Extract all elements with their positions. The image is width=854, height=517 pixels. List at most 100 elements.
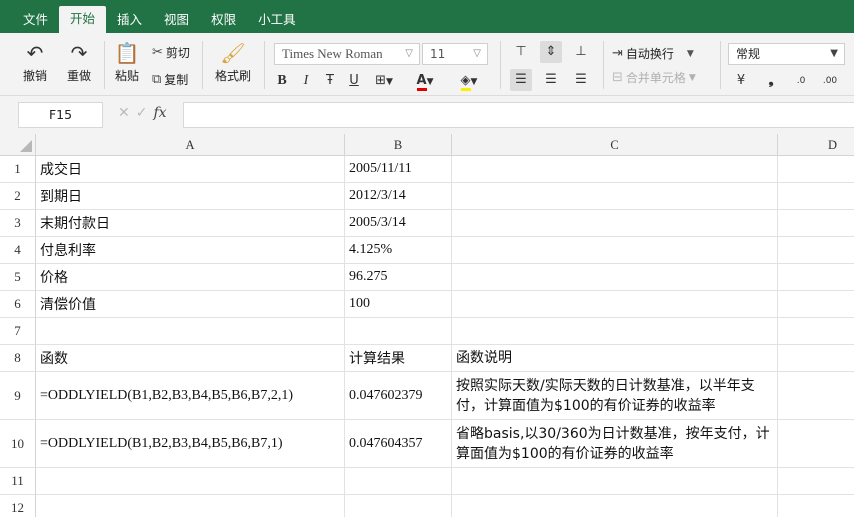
cell-b2[interactable]: 2012/3/14 (345, 183, 452, 210)
cell-d9[interactable] (778, 372, 854, 420)
align-top-button[interactable]: ⊤ (510, 41, 532, 63)
column-header-a[interactable]: A (36, 134, 345, 156)
number-format-select[interactable]: 常规 ▼ (728, 43, 845, 65)
row-header[interactable]: 8 (0, 345, 36, 372)
row-header[interactable]: 2 (0, 183, 36, 210)
formula-input[interactable] (183, 102, 854, 128)
underline-button[interactable]: U (346, 71, 362, 91)
format-painter-button[interactable]: 🖌 格式刷 (210, 39, 256, 84)
cell-a11[interactable] (36, 468, 345, 495)
cell-c12[interactable] (452, 495, 778, 517)
cell-c2[interactable] (452, 183, 778, 210)
font-color-button[interactable]: A▼ (408, 71, 442, 91)
cell-b3[interactable]: 2005/3/14 (345, 210, 452, 237)
decrease-decimal-button[interactable]: .00 (818, 71, 842, 91)
row-header[interactable]: 1 (0, 156, 36, 183)
align-right-button[interactable]: ☰ (570, 69, 592, 91)
cell-b5[interactable]: 96.275 (345, 264, 452, 291)
cell-c5[interactable] (452, 264, 778, 291)
copy-button[interactable]: ⧉ 复制 (152, 71, 188, 88)
comma-style-button[interactable]: ❟ (762, 71, 780, 91)
name-box[interactable]: F15 (18, 102, 103, 128)
cell-a9[interactable]: =ODDLYIELD(B1,B2,B3,B4,B5,B6,B7,2,1) (36, 372, 345, 420)
cell-c9[interactable]: 按照实际天数/实际天数的日计数基准，以半年支付，计算面值为$100的有价证券的收… (452, 372, 778, 420)
italic-button[interactable]: I (298, 71, 314, 91)
cell-b9[interactable]: 0.047602379 (345, 372, 452, 420)
paste-button[interactable]: 📋 粘贴 (110, 39, 144, 84)
row-header[interactable]: 9 (0, 372, 36, 420)
bold-button[interactable]: B (274, 71, 290, 91)
cell-c11[interactable] (452, 468, 778, 495)
font-name-select[interactable]: Times New Roman ▽ (274, 43, 420, 65)
cancel-icon[interactable]: ✕ (118, 105, 130, 121)
cell-d10[interactable] (778, 420, 854, 468)
cell-b8[interactable]: 计算结果 (345, 345, 452, 372)
cell-d7[interactable] (778, 318, 854, 345)
row-header[interactable]: 12 (0, 495, 36, 517)
redo-button[interactable]: ↷ 重做 (62, 39, 96, 84)
cell-d2[interactable] (778, 183, 854, 210)
cell-c4[interactable] (452, 237, 778, 264)
cell-b6[interactable]: 100 (345, 291, 452, 318)
row-header[interactable]: 11 (0, 468, 36, 495)
menu-home[interactable]: 开始 (59, 6, 107, 33)
currency-button[interactable]: ¥ (732, 71, 750, 91)
cell-a8[interactable]: 函数 (36, 345, 345, 372)
cell-a5[interactable]: 价格 (36, 264, 345, 291)
cell-d5[interactable] (778, 264, 854, 291)
cell-b12[interactable] (345, 495, 452, 517)
cell-a1[interactable]: 成交日 (36, 156, 345, 183)
cell-d6[interactable] (778, 291, 854, 318)
cell-a4[interactable]: 付息利率 (36, 237, 345, 264)
cell-d3[interactable] (778, 210, 854, 237)
align-middle-button[interactable]: ⇕ (540, 41, 562, 63)
select-all-corner[interactable] (0, 134, 36, 156)
row-header[interactable]: 7 (0, 318, 36, 345)
wrap-text-button[interactable]: ⇥ 自动换行 ▼ (612, 45, 694, 62)
cell-c6[interactable] (452, 291, 778, 318)
cut-button[interactable]: ✂ 剪切 (152, 44, 190, 61)
strikethrough-button[interactable]: Ŧ (322, 71, 338, 91)
column-header-c[interactable]: C (452, 134, 778, 156)
function-icon[interactable]: fx (153, 105, 166, 121)
cell-a2[interactable]: 到期日 (36, 183, 345, 210)
cell-b11[interactable] (345, 468, 452, 495)
align-center-button[interactable]: ☰ (540, 69, 562, 91)
cell-d1[interactable] (778, 156, 854, 183)
align-left-button[interactable]: ☰ (510, 69, 532, 91)
column-header-d[interactable]: D (778, 134, 854, 156)
menu-file[interactable]: 文件 (12, 7, 59, 33)
cell-c7[interactable] (452, 318, 778, 345)
cell-c1[interactable] (452, 156, 778, 183)
column-header-b[interactable]: B (345, 134, 452, 156)
undo-button[interactable]: ↶ 撤销 (18, 39, 52, 84)
cell-b7[interactable] (345, 318, 452, 345)
menu-insert[interactable]: 插入 (106, 7, 153, 33)
cell-b4[interactable]: 4.125% (345, 237, 452, 264)
menu-permission[interactable]: 权限 (200, 7, 247, 33)
menu-tools[interactable]: 小工具 (247, 7, 307, 33)
border-button[interactable]: ⊞▼ (370, 71, 398, 91)
align-bottom-button[interactable]: ⊥ (570, 41, 592, 63)
cell-a12[interactable] (36, 495, 345, 517)
cell-c8[interactable]: 函数说明 (452, 345, 778, 372)
row-header[interactable]: 4 (0, 237, 36, 264)
font-size-select[interactable]: 11 ▽ (422, 43, 488, 65)
cell-b1[interactable]: 2005/11/11 (345, 156, 452, 183)
confirm-icon[interactable]: ✓ (136, 105, 148, 121)
merge-cells-button[interactable]: ⊟ 合并单元格 ▼ (612, 69, 696, 86)
cell-c3[interactable] (452, 210, 778, 237)
cell-a6[interactable]: 清偿价值 (36, 291, 345, 318)
cell-a7[interactable] (36, 318, 345, 345)
cell-a10[interactable]: =ODDLYIELD(B1,B2,B3,B4,B5,B6,B7,1) (36, 420, 345, 468)
row-header[interactable]: 5 (0, 264, 36, 291)
cell-d11[interactable] (778, 468, 854, 495)
row-header[interactable]: 6 (0, 291, 36, 318)
cell-b10[interactable]: 0.047604357 (345, 420, 452, 468)
fill-color-button[interactable]: ◈▼ (452, 71, 486, 91)
cell-a3[interactable]: 末期付款日 (36, 210, 345, 237)
increase-decimal-button[interactable]: .0 (790, 71, 812, 91)
cell-d4[interactable] (778, 237, 854, 264)
cell-c10[interactable]: 省略basis,以30/360为日计数基准，按年支付，计算面值为$100的有价证… (452, 420, 778, 468)
cell-d8[interactable] (778, 345, 854, 372)
